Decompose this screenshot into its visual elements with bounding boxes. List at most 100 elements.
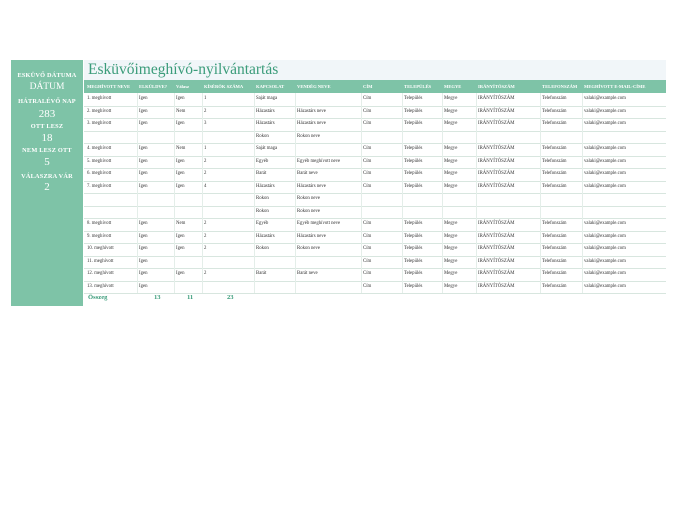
cell-companions[interactable] — [204, 131, 254, 144]
cell-relationship[interactable]: Barát — [256, 168, 295, 181]
cell-relationship[interactable]: Saját maga — [256, 93, 295, 106]
cell-response[interactable] — [176, 206, 202, 219]
cell-postal-code[interactable]: IRÁNYÍTÓSZÁM — [478, 156, 540, 169]
cell-phone[interactable]: Telefonszám — [542, 118, 582, 131]
cell-city[interactable]: Település — [404, 118, 442, 131]
cell-guest-companion-name[interactable]: Rokon neve — [297, 243, 361, 256]
cell-sent[interactable] — [139, 131, 174, 144]
cell-relationship[interactable]: Házastárs — [256, 181, 295, 194]
cell-postal-code[interactable]: IRÁNYÍTÓSZÁM — [478, 218, 540, 231]
cell-companions[interactable] — [204, 206, 254, 219]
cell-relationship[interactable] — [256, 281, 295, 294]
column-header-phone[interactable]: TELEFONSZÁM — [542, 80, 582, 93]
cell-city[interactable]: Település — [404, 93, 442, 106]
cell-postal-code[interactable]: IRÁNYÍTÓSZÁM — [478, 93, 540, 106]
cell-companions[interactable]: 2 — [204, 231, 254, 244]
cell-response[interactable]: Igen — [176, 231, 202, 244]
cell-sent[interactable] — [139, 193, 174, 206]
cell-relationship[interactable]: Egyéb — [256, 218, 295, 231]
cell-postal-code[interactable]: IRÁNYÍTÓSZÁM — [478, 243, 540, 256]
cell-sent[interactable]: Igen — [139, 106, 174, 119]
cell-address[interactable]: Cím — [363, 218, 402, 231]
cell-county[interactable]: Megye — [444, 168, 476, 181]
cell-city[interactable]: Település — [404, 243, 442, 256]
cell-companions[interactable]: 1 — [204, 93, 254, 106]
cell-guest-name[interactable]: 3. meghívott — [87, 118, 137, 131]
cell-email[interactable]: valaki@example.com — [584, 93, 666, 106]
cell-response[interactable] — [176, 281, 202, 294]
cell-county[interactable]: Megye — [444, 118, 476, 131]
cell-phone[interactable]: Telefonszám — [542, 281, 582, 294]
cell-guest-companion-name[interactable]: Házastárs neve — [297, 181, 361, 194]
cell-sent[interactable]: Igen — [139, 181, 174, 194]
cell-relationship[interactable]: Rokon — [256, 193, 295, 206]
cell-phone[interactable]: Telefonszám — [542, 143, 582, 156]
cell-email[interactable]: valaki@example.com — [584, 118, 666, 131]
cell-response[interactable]: Igen — [176, 243, 202, 256]
cell-postal-code[interactable]: IRÁNYÍTÓSZÁM — [478, 268, 540, 281]
cell-companions[interactable]: 2 — [204, 243, 254, 256]
cell-county[interactable]: Megye — [444, 256, 476, 269]
column-header-address[interactable]: CÍM — [363, 80, 402, 93]
cell-guest-name[interactable] — [87, 206, 137, 219]
cell-companions[interactable] — [204, 281, 254, 294]
cell-response[interactable] — [176, 193, 202, 206]
cell-guest-name[interactable]: 5. meghívott — [87, 156, 137, 169]
cell-sent[interactable]: Igen — [139, 281, 174, 294]
cell-relationship[interactable]: Házastárs — [256, 231, 295, 244]
cell-companions[interactable] — [204, 256, 254, 269]
cell-guest-companion-name[interactable]: Barát neve — [297, 168, 361, 181]
cell-address[interactable]: Cím — [363, 143, 402, 156]
cell-postal-code[interactable] — [478, 193, 540, 206]
cell-guest-companion-name[interactable]: Rokon neve — [297, 131, 361, 144]
cell-city[interactable]: Település — [404, 231, 442, 244]
cell-city[interactable]: Település — [404, 218, 442, 231]
cell-guest-name[interactable] — [87, 193, 137, 206]
cell-city[interactable]: Település — [404, 156, 442, 169]
cell-response[interactable] — [176, 131, 202, 144]
cell-address[interactable]: Cím — [363, 168, 402, 181]
cell-guest-companion-name[interactable]: Házastárs neve — [297, 231, 361, 244]
cell-postal-code[interactable]: IRÁNYÍTÓSZÁM — [478, 181, 540, 194]
cell-county[interactable]: Megye — [444, 268, 476, 281]
cell-companions[interactable]: 4 — [204, 181, 254, 194]
column-header-postal-code[interactable]: IRÁNYÍTÓSZÁM — [478, 80, 540, 93]
cell-phone[interactable]: Telefonszám — [542, 181, 582, 194]
cell-postal-code[interactable]: IRÁNYÍTÓSZÁM — [478, 256, 540, 269]
cell-response[interactable]: Nem — [176, 143, 202, 156]
cell-phone[interactable]: Telefonszám — [542, 231, 582, 244]
cell-guest-name[interactable]: 4. meghívott — [87, 143, 137, 156]
cell-phone[interactable]: Telefonszám — [542, 256, 582, 269]
cell-address[interactable]: Cím — [363, 106, 402, 119]
cell-city[interactable] — [404, 206, 442, 219]
column-header-companions[interactable]: KÍSÉRŐK SZÁMA — [204, 80, 254, 93]
cell-city[interactable]: Település — [404, 281, 442, 294]
cell-guest-name[interactable]: 9. meghívott — [87, 231, 137, 244]
cell-relationship[interactable]: Rokon — [256, 206, 295, 219]
cell-response[interactable]: Igen — [176, 181, 202, 194]
cell-response[interactable]: Igen — [176, 93, 202, 106]
cell-email[interactable]: valaki@example.com — [584, 156, 666, 169]
cell-phone[interactable]: Telefonszám — [542, 156, 582, 169]
cell-guest-companion-name[interactable] — [297, 281, 361, 294]
cell-email[interactable]: valaki@example.com — [584, 243, 666, 256]
cell-guest-name[interactable] — [87, 131, 137, 144]
cell-postal-code[interactable] — [478, 206, 540, 219]
cell-guest-name[interactable]: 2. meghívott — [87, 106, 137, 119]
cell-postal-code[interactable]: IRÁNYÍTÓSZÁM — [478, 281, 540, 294]
cell-guest-companion-name[interactable]: Egyéb meghívott neve — [297, 156, 361, 169]
wedding-date-value[interactable]: DÁTUM — [11, 81, 83, 93]
cell-address[interactable]: Cím — [363, 243, 402, 256]
cell-response[interactable]: Igen — [176, 118, 202, 131]
cell-companions[interactable]: 3 — [204, 118, 254, 131]
cell-city[interactable]: Település — [404, 106, 442, 119]
cell-sent[interactable]: Igen — [139, 231, 174, 244]
cell-companions[interactable]: 2 — [204, 268, 254, 281]
cell-guest-companion-name[interactable]: Házastárs neve — [297, 106, 361, 119]
cell-relationship[interactable]: Saját maga — [256, 143, 295, 156]
cell-sent[interactable]: Igen — [139, 218, 174, 231]
column-header-response[interactable]: Válasz — [176, 80, 202, 93]
cell-response[interactable]: Nem — [176, 106, 202, 119]
cell-companions[interactable]: 2 — [204, 168, 254, 181]
cell-relationship[interactable]: Rokon — [256, 131, 295, 144]
